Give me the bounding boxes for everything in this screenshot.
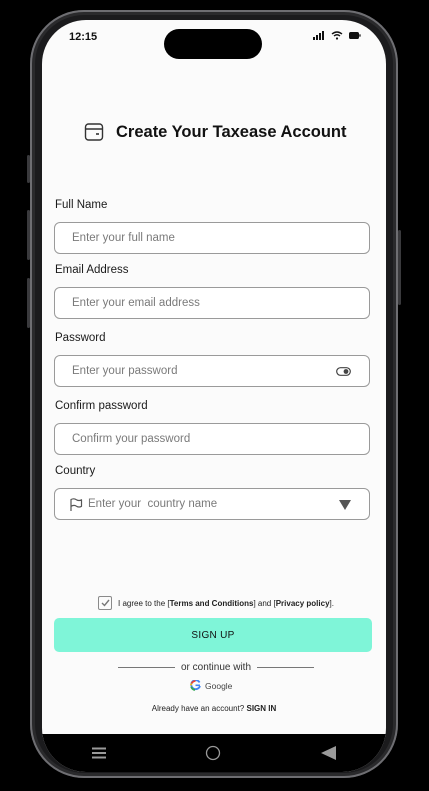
have-account-text: Already have an account? [151, 704, 245, 713]
full-name-label: Full Name [55, 199, 108, 211]
divider-line-right [257, 667, 315, 668]
wallet-icon [84, 123, 104, 141]
divider-row: or continue with [118, 662, 315, 673]
status-bar: 12:15 [42, 20, 386, 60]
side-button-power [398, 230, 401, 305]
continue-with-text: or continue with [180, 662, 252, 673]
password-input[interactable] [55, 356, 322, 386]
confirm-password-field [54, 423, 370, 455]
country-label: Country [55, 465, 96, 477]
screen: 12:15 Create Your Taxease Account Full N… [42, 20, 386, 772]
wifi-icon [331, 31, 343, 40]
battery-icon [349, 32, 361, 39]
status-time: 12:15 [69, 31, 98, 43]
password-field [54, 355, 370, 387]
email-label: Email Address [55, 264, 129, 276]
check-icon [101, 599, 110, 607]
country-field[interactable] [54, 488, 370, 520]
email-field [54, 287, 370, 319]
side-button-volume-up [27, 210, 30, 260]
agree-checkbox[interactable] [98, 596, 112, 610]
email-input[interactable] [55, 288, 322, 318]
confirm-password-input[interactable] [55, 424, 322, 454]
signin-row: Already have an account? SIGN IN [42, 704, 386, 713]
full-name-field [54, 222, 370, 254]
agreement-text: I agree to the [Terms and Conditions] an… [118, 599, 334, 608]
password-label: Password [55, 332, 106, 344]
full-name-input[interactable] [55, 223, 322, 253]
flag-icon [70, 498, 83, 511]
status-icons [313, 31, 361, 40]
home-circle-icon[interactable] [205, 745, 221, 761]
dynamic-island [164, 29, 262, 59]
google-button[interactable]: Google [190, 680, 232, 691]
agreement-suffix: ]. [329, 598, 334, 608]
triangle-down-icon[interactable] [339, 500, 351, 510]
confirm-password-label: Confirm password [55, 400, 148, 412]
toggle-visibility-icon[interactable] [336, 367, 351, 376]
navigation-bar [42, 734, 386, 772]
header: Create Your Taxease Account [84, 122, 346, 142]
signin-link[interactable]: SIGN IN [246, 704, 276, 713]
country-input[interactable] [55, 489, 328, 519]
signup-button[interactable]: SIGN UP [54, 618, 372, 652]
google-label: Google [205, 680, 233, 691]
signal-icon [313, 31, 324, 40]
agreement-prefix: I agree to the [ [118, 598, 170, 608]
page-title: Create Your Taxease Account [116, 122, 347, 141]
menu-icon[interactable] [91, 747, 106, 759]
back-triangle-icon[interactable] [321, 746, 337, 760]
side-button-volume-down [27, 278, 30, 328]
side-button-action [27, 155, 30, 183]
divider-line-left [118, 667, 175, 668]
terms-link[interactable]: Terms and Conditions [170, 599, 254, 608]
privacy-link[interactable]: Privacy policy [276, 599, 330, 608]
google-icon [190, 680, 201, 691]
agreement-middle: ] and [ [253, 598, 276, 608]
agreement-row: I agree to the [Terms and Conditions] an… [98, 596, 334, 610]
